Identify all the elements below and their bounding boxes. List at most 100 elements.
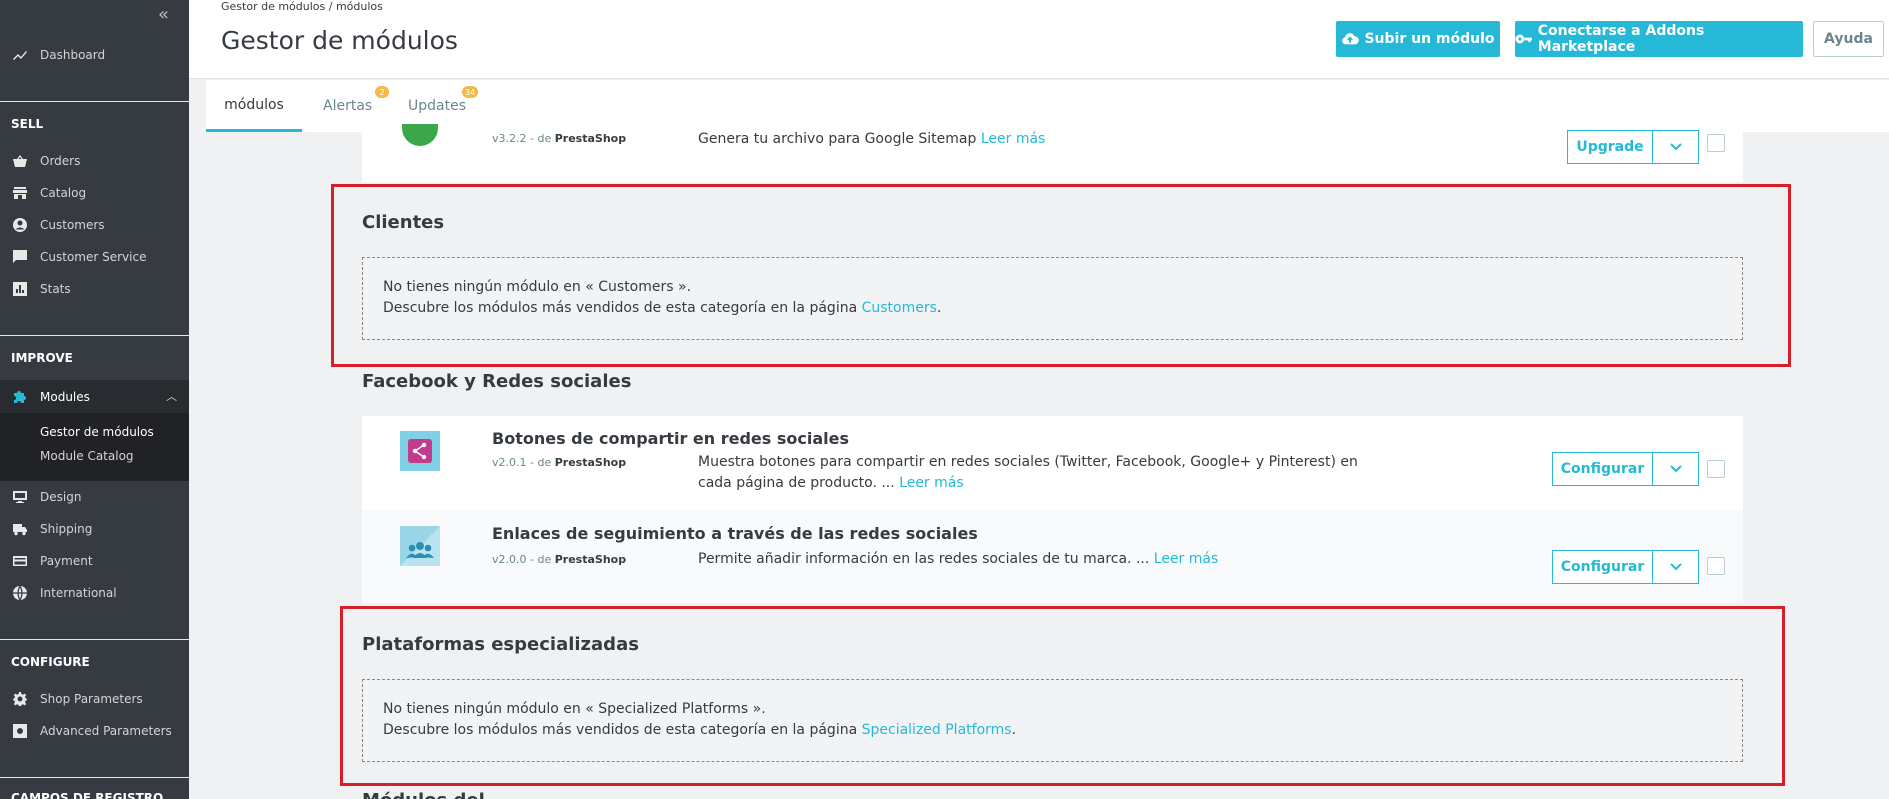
- module-name: Botones de compartir en redes sociales: [492, 429, 850, 448]
- sidebar-item-shipping[interactable]: Shipping: [0, 514, 189, 544]
- upload-module-button[interactable]: Subir un módulo: [1336, 21, 1500, 57]
- sidebar-item-stats[interactable]: Stats: [0, 274, 189, 304]
- tab-modules[interactable]: módulos: [206, 80, 302, 132]
- submenu-item-module-manager[interactable]: Gestor de módulos: [40, 425, 154, 439]
- configure-split-button: Configurar: [1552, 550, 1699, 584]
- social-follow-module-icon: [400, 526, 440, 566]
- share-module-icon: [400, 431, 440, 471]
- section-improve: IMPROVE: [11, 351, 73, 365]
- collapse-sidebar-icon[interactable]: «: [158, 6, 169, 24]
- module-description: Muestra botones para compartir en redes …: [698, 454, 1358, 491]
- account-circle-icon: [12, 217, 28, 233]
- sidebar-item-label: Customers: [40, 218, 105, 232]
- upgrade-button[interactable]: Upgrade: [1567, 130, 1653, 164]
- share-icon: [412, 442, 427, 460]
- sitemap-module-icon: [402, 124, 438, 146]
- read-more-link[interactable]: Leer más: [899, 475, 964, 491]
- configure-button[interactable]: Configurar: [1552, 550, 1653, 584]
- module-card-social-follow: Enlaces de seguimiento a través de las r…: [362, 510, 1743, 603]
- divider: [0, 777, 189, 778]
- sidebar-item-catalog[interactable]: Catalog: [0, 178, 189, 208]
- module-card-google-sitemap: v3.2.2 - de PrestaShop Genera tu archivo…: [362, 124, 1743, 182]
- module-select-checkbox[interactable]: [1707, 134, 1725, 152]
- sidebar-item-label: Advanced Parameters: [40, 724, 172, 738]
- cloud-upload-icon: [1342, 33, 1360, 45]
- sidebar-item-advanced-parameters[interactable]: Advanced Parameters: [0, 716, 189, 746]
- highlight-box-plataformas: [340, 606, 1785, 786]
- monitor-icon: [12, 489, 28, 505]
- sidebar-item-label: Dashboard: [40, 48, 106, 62]
- divider: [0, 639, 189, 640]
- modules-submenu: Gestor de módulos Module Catalog: [0, 413, 189, 481]
- chat-icon: [12, 249, 28, 265]
- sidebar-item-label: Payment: [40, 554, 93, 568]
- sidebar-item-label: Customer Service: [40, 250, 147, 264]
- sidebar-item-label: Shipping: [40, 522, 93, 536]
- configure-dropdown-toggle[interactable]: [1653, 452, 1699, 486]
- sidebar-item-label: Orders: [40, 154, 81, 168]
- sidebar-item-modules[interactable]: Modules ︿: [0, 380, 189, 413]
- section-more: CAMPOS DE REGISTRO: [11, 791, 164, 799]
- tab-bar: módulos Alertas 2 Updates 34: [206, 80, 1889, 132]
- sidebar-item-label: Stats: [40, 282, 71, 296]
- people-icon: [400, 526, 440, 566]
- sidebar-item-label: Shop Parameters: [40, 692, 143, 706]
- chevron-down-icon: [1669, 143, 1682, 151]
- sidebar-item-customers[interactable]: Customers: [0, 210, 189, 240]
- chevron-up-icon: ︿: [166, 390, 177, 403]
- sidebar: « Dashboard SELL Orders Catalog Customer…: [0, 0, 189, 799]
- sidebar-item-orders[interactable]: Orders: [0, 146, 189, 176]
- module-description: Genera tu archivo para Google Sitemap Le…: [698, 131, 1046, 147]
- key-icon: [1515, 34, 1532, 44]
- truck-icon: [12, 521, 28, 537]
- read-more-link[interactable]: Leer más: [981, 131, 1046, 147]
- module-version: v2.0.1 - de PrestaShop: [492, 456, 627, 469]
- configure-split-button: Configurar: [1552, 452, 1699, 486]
- help-button[interactable]: Ayuda: [1813, 21, 1884, 57]
- module-select-checkbox[interactable]: [1707, 460, 1725, 478]
- module-version: v2.0.0 - de PrestaShop: [492, 553, 627, 566]
- chevron-down-icon: [1669, 465, 1682, 473]
- sidebar-item-label: Catalog: [40, 186, 87, 200]
- section-sell: SELL: [11, 117, 44, 131]
- credit-card-icon: [12, 553, 28, 569]
- page-title: Gestor de módulos: [221, 26, 458, 55]
- section-configure: CONFIGURE: [11, 655, 90, 669]
- sidebar-item-dashboard[interactable]: Dashboard: [0, 40, 189, 70]
- connect-addons-button[interactable]: Conectarse a Addons Marketplace: [1515, 21, 1803, 57]
- trending-up-icon: [12, 47, 28, 63]
- tab-alerts[interactable]: Alertas 2: [323, 80, 389, 132]
- configure-dropdown-toggle[interactable]: [1653, 550, 1699, 584]
- updates-count-badge: 34: [462, 86, 479, 98]
- sidebar-item-international[interactable]: International: [0, 578, 189, 608]
- upgrade-dropdown-toggle[interactable]: [1653, 130, 1699, 164]
- store-icon: [12, 185, 28, 201]
- sidebar-item-design[interactable]: Design: [0, 482, 189, 512]
- module-description: Permite añadir información en las redes …: [698, 551, 1219, 567]
- globe-icon: [12, 585, 28, 601]
- upgrade-split-button: Upgrade: [1567, 130, 1699, 164]
- breadcrumb[interactable]: Gestor de módulos / módulos: [221, 0, 383, 13]
- module-card-share-buttons: Botones de compartir en redes sociales v…: [362, 416, 1743, 510]
- configure-button[interactable]: Configurar: [1552, 452, 1653, 486]
- divider: [0, 335, 189, 336]
- bar-chart-icon: [12, 281, 28, 297]
- category-title-facebook: Facebook y Redes sociales: [362, 371, 632, 392]
- sidebar-item-label: Design: [40, 490, 82, 504]
- sidebar-item-payment[interactable]: Payment: [0, 546, 189, 576]
- module-name: Enlaces de seguimiento a través de las r…: [492, 524, 978, 543]
- divider: [0, 101, 189, 102]
- module-select-checkbox[interactable]: [1707, 557, 1725, 575]
- sidebar-item-shop-parameters[interactable]: Shop Parameters: [0, 684, 189, 714]
- sidebar-item-customer-service[interactable]: Customer Service: [0, 242, 189, 272]
- category-title-next: Módulos del...: [362, 790, 505, 799]
- alerts-count-badge: 2: [375, 86, 389, 98]
- highlight-box-clientes: [331, 184, 1791, 367]
- chevron-down-icon: [1669, 563, 1682, 571]
- sidebar-item-label: International: [40, 586, 117, 600]
- gear-icon: [12, 691, 28, 707]
- basket-icon: [12, 153, 28, 169]
- read-more-link[interactable]: Leer más: [1154, 551, 1219, 567]
- sidebar-item-label: Modules: [40, 389, 90, 404]
- submenu-item-module-catalog[interactable]: Module Catalog: [40, 449, 134, 463]
